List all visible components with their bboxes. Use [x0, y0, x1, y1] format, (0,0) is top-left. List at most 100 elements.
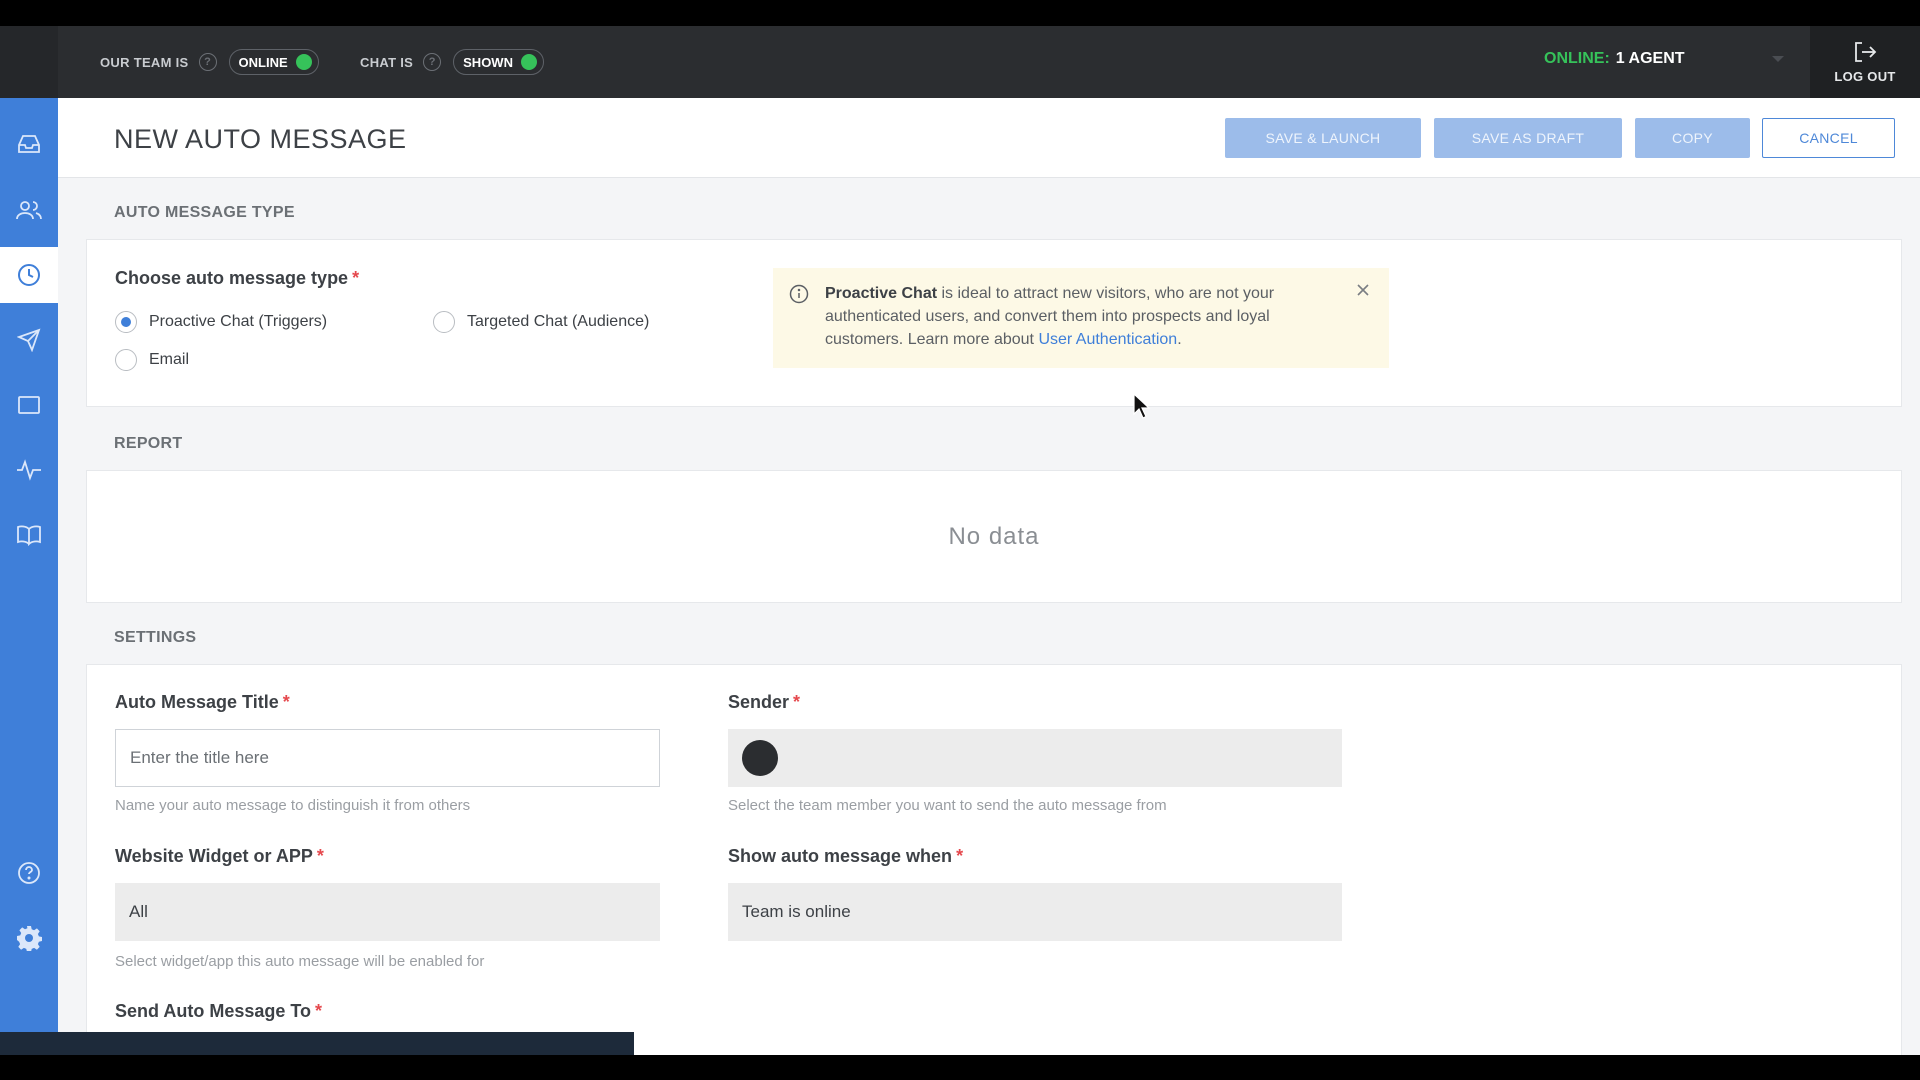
- info-banner-bold: Proactive Chat: [825, 285, 938, 302]
- title-hint: Name your auto message to distinguish it…: [115, 797, 471, 814]
- page-header: NEW AUTO MESSAGE SAVE & LAUNCH SAVE AS D…: [58, 98, 1920, 178]
- send-to-field-label: Send Auto Message To *: [115, 1001, 322, 1022]
- send-to-field-label-text: Send Auto Message To: [115, 1001, 312, 1021]
- sidebar-item-help[interactable]: [0, 845, 58, 901]
- team-status-value: ONLINE: [238, 54, 288, 70]
- team-status-toggle[interactable]: ONLINE: [228, 49, 319, 75]
- sidebar-item-widgets[interactable]: [0, 377, 58, 433]
- sidebar-item-contacts[interactable]: [0, 182, 58, 238]
- chat-status-group: CHAT IS ? SHOWN: [360, 48, 544, 76]
- report-card: No data: [86, 470, 1902, 603]
- gear-icon: [17, 926, 42, 951]
- cancel-button[interactable]: CANCEL: [1762, 118, 1895, 158]
- contacts-icon: [16, 201, 42, 220]
- online-agents-label: ONLINE:: [1544, 50, 1610, 67]
- show-when-field-label: Show auto message when *: [728, 846, 963, 867]
- title-input[interactable]: Enter the title here: [115, 729, 660, 787]
- clock-icon: [18, 264, 40, 286]
- title-input-placeholder: Enter the title here: [130, 748, 269, 767]
- widget-icon: [18, 396, 40, 414]
- choose-type-label: Choose auto message type *: [115, 268, 359, 289]
- team-help-icon[interactable]: ?: [198, 53, 217, 71]
- team-status-label: OUR TEAM IS: [100, 54, 189, 70]
- radio-email-label: Email: [149, 351, 190, 368]
- top-bar-corner: [0, 26, 58, 98]
- help-icon: [18, 862, 40, 884]
- widget-select[interactable]: All: [115, 883, 660, 941]
- radio-targeted-chat[interactable]: Targeted Chat (Audience): [433, 311, 649, 333]
- auto-message-type-card: Choose auto message type * Proactive Chat…: [86, 239, 1902, 407]
- online-agents-count: 1 AGENT: [1615, 50, 1685, 67]
- radio-proactive-chat-label: Proactive Chat (Triggers): [149, 313, 328, 330]
- radio-email[interactable]: Email: [115, 349, 189, 371]
- team-status-dot: [295, 54, 312, 70]
- widget-select-value: All: [129, 902, 148, 921]
- show-when-select[interactable]: Team is online: [728, 883, 1342, 941]
- sidebar-item-campaigns[interactable]: [0, 312, 58, 368]
- sidebar: [0, 98, 58, 1055]
- main-content: NEW AUTO MESSAGE SAVE & LAUNCH SAVE AS D…: [58, 98, 1920, 1055]
- sender-hint: Select the team member you want to send …: [728, 797, 1167, 814]
- radio-dot: [121, 317, 131, 327]
- team-status-group: OUR TEAM IS ? ONLINE: [100, 48, 319, 76]
- widget-field-label-text: Website Widget or APP: [115, 846, 313, 866]
- sidebar-item-inbox[interactable]: [0, 116, 58, 172]
- book-icon: [17, 525, 41, 546]
- required-mark: *: [956, 846, 964, 866]
- radio-button[interactable]: [433, 311, 455, 333]
- save-launch-button[interactable]: SAVE & LAUNCH: [1225, 118, 1421, 158]
- show-when-select-value: Team is online: [742, 902, 851, 921]
- show-when-field-label-text: Show auto message when: [728, 846, 953, 866]
- user-authentication-link[interactable]: User Authentication: [1038, 331, 1177, 348]
- settings-card: Auto Message Title * Enter the title here…: [86, 664, 1902, 1055]
- mouse-cursor-icon: [1133, 393, 1151, 419]
- radio-targeted-chat-label: Targeted Chat (Audience): [467, 313, 650, 330]
- title-field-label: Auto Message Title *: [115, 692, 290, 713]
- required-mark: *: [282, 692, 290, 712]
- sender-field-label: Sender *: [728, 692, 800, 713]
- sidebar-item-auto-messages[interactable]: [0, 247, 58, 303]
- avatar: [742, 740, 778, 776]
- info-icon: [789, 284, 809, 304]
- logout-label: LOG OUT: [1834, 68, 1896, 84]
- title-field-label-text: Auto Message Title: [115, 692, 279, 712]
- logout-icon: [1855, 41, 1877, 62]
- letterbox-bottom: [0, 1055, 1920, 1080]
- copy-button[interactable]: COPY: [1635, 118, 1750, 158]
- info-banner-text: Proactive Chat is ideal to attract new v…: [825, 285, 1274, 348]
- radio-button-checked[interactable]: [115, 311, 137, 333]
- chat-help-icon[interactable]: ?: [423, 53, 442, 71]
- page-title: NEW AUTO MESSAGE: [114, 124, 407, 154]
- sidebar-item-knowledge-base[interactable]: [0, 507, 58, 563]
- online-agents-dropdown[interactable]: ONLINE: 1 AGENT: [1544, 50, 1685, 68]
- sender-select[interactable]: [728, 729, 1342, 787]
- inbox-icon: [18, 135, 40, 153]
- info-banner: Proactive Chat is ideal to attract new v…: [773, 268, 1389, 368]
- radio-proactive-chat[interactable]: Proactive Chat (Triggers): [115, 311, 327, 333]
- required-mark: *: [316, 846, 324, 866]
- settings-section-label: SETTINGS: [114, 629, 197, 646]
- chat-status-dot: [520, 54, 537, 70]
- info-banner-end: .: [1177, 331, 1182, 348]
- sidebar-item-analytics[interactable]: [0, 442, 58, 498]
- auto-message-type-section-label: AUTO MESSAGE TYPE: [114, 204, 295, 221]
- logout-button[interactable]: LOG OUT: [1810, 26, 1920, 98]
- widget-field-label: Website Widget or APP *: [115, 846, 324, 867]
- close-icon[interactable]: [1355, 282, 1371, 298]
- bottom-overlay-bar: [0, 1032, 634, 1055]
- sender-field-label-text: Sender: [728, 692, 790, 712]
- radio-button[interactable]: [115, 349, 137, 371]
- chevron-down-icon[interactable]: [1772, 56, 1784, 62]
- chat-status-value: SHOWN: [463, 54, 513, 70]
- chat-status-label: CHAT IS: [360, 54, 414, 70]
- no-data-text: No data: [948, 523, 1040, 550]
- report-section-label: REPORT: [114, 435, 183, 452]
- sidebar-item-settings[interactable]: [0, 910, 58, 966]
- required-mark: *: [793, 692, 801, 712]
- activity-icon: [17, 459, 41, 481]
- save-draft-button[interactable]: SAVE AS DRAFT: [1434, 118, 1622, 158]
- widget-hint: Select widget/app this auto message will…: [115, 953, 485, 970]
- required-mark: *: [352, 268, 360, 288]
- chat-status-toggle[interactable]: SHOWN: [453, 49, 544, 75]
- send-icon: [17, 328, 41, 352]
